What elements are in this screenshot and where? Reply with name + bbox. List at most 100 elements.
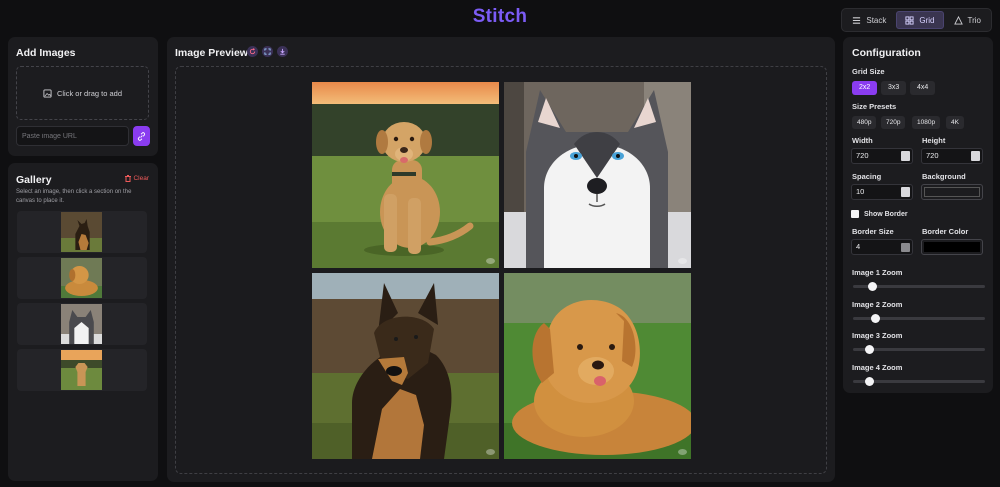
german-shepherd-image [312, 273, 499, 459]
border-size-input[interactable]: 4 [851, 239, 913, 255]
reset-button[interactable] [247, 46, 258, 57]
show-border-toggle[interactable]: Show Border [851, 210, 908, 218]
gallery-item[interactable] [17, 211, 147, 253]
url-row [16, 126, 150, 146]
width-input[interactable]: 720 [851, 148, 913, 164]
mode-grid-button[interactable]: Grid [896, 11, 944, 29]
visibility-icon[interactable] [678, 449, 687, 455]
grid-size-label: Grid Size [852, 67, 885, 76]
labrador-image [312, 82, 499, 268]
border-color-label: Border Color [922, 227, 969, 236]
spacing-value: 10 [856, 187, 865, 196]
image-4-zoom-slider[interactable] [853, 377, 985, 386]
slider-thumb[interactable] [871, 314, 881, 323]
add-images-title: Add Images [16, 47, 76, 59]
gallery-item[interactable] [17, 257, 147, 299]
add-images-panel: Add Images Click or drag to add [8, 37, 158, 156]
fullscreen-icon [264, 48, 271, 55]
grid-cell[interactable] [312, 82, 499, 268]
download-button[interactable] [277, 46, 288, 57]
visibility-icon[interactable] [486, 449, 495, 455]
width-label: Width [852, 136, 873, 145]
spacing-input[interactable]: 10 [851, 184, 913, 200]
preset-4k-button[interactable]: 4K [946, 116, 964, 129]
width-value: 720 [856, 151, 869, 160]
spacing-stepper[interactable] [901, 187, 910, 197]
height-input[interactable]: 720 [921, 148, 983, 164]
gallery-item[interactable] [17, 349, 147, 391]
preset-1080p-button[interactable]: 1080p [912, 116, 941, 129]
border-size-label: Border Size [852, 227, 894, 236]
image-url-input[interactable] [16, 126, 129, 146]
image-1-zoom-slider[interactable] [853, 282, 985, 291]
fullscreen-button[interactable] [262, 46, 273, 57]
clear-gallery-button[interactable]: Clear [125, 175, 149, 182]
preview-toolbar [247, 46, 288, 57]
gallery-hint: Select an image, then click a section on… [16, 189, 132, 204]
zoom-label: Image 3 Zoom [852, 331, 903, 340]
configuration-title: Configuration [852, 47, 921, 59]
mode-trio-label: Trio [967, 15, 981, 25]
download-icon [280, 48, 285, 55]
clear-label: Clear [133, 175, 149, 182]
labrador-thumbnail [61, 350, 102, 390]
layout-mode-switcher: Stack Grid Trio [841, 8, 992, 32]
grid-size-4x4-button[interactable]: 4x4 [910, 81, 936, 95]
image-3-zoom-slider[interactable] [853, 345, 985, 354]
gallery-panel: Gallery Clear Select an image, then clic… [8, 163, 158, 481]
add-url-button[interactable] [133, 126, 150, 146]
height-stepper[interactable] [971, 151, 980, 161]
background-label: Background [922, 172, 966, 181]
husky-image [504, 82, 691, 268]
gallery-item[interactable] [17, 303, 147, 345]
background-color-swatch [924, 187, 980, 197]
zoom-label: Image 1 Zoom [852, 268, 903, 277]
image-dropzone[interactable]: Click or drag to add [16, 66, 149, 120]
stitch-canvas[interactable] [175, 66, 827, 474]
stack-icon [853, 16, 861, 24]
image-2-zoom-slider[interactable] [853, 314, 985, 323]
zoom-label: Image 4 Zoom [852, 363, 903, 372]
german-shepherd-thumbnail [61, 212, 102, 252]
border-color-picker[interactable] [921, 239, 983, 255]
mode-stack-label: Stack [866, 15, 887, 25]
spacing-label: Spacing [852, 172, 882, 181]
grid-cell[interactable] [504, 273, 691, 459]
mode-grid-label: Grid [919, 15, 935, 25]
link-icon [137, 131, 146, 141]
zoom-label: Image 2 Zoom [852, 300, 903, 309]
mode-stack-button[interactable]: Stack [844, 11, 894, 29]
visibility-icon[interactable] [678, 258, 687, 264]
slider-thumb[interactable] [865, 377, 875, 386]
height-value: 720 [926, 151, 939, 160]
preview-panel: Image Preview [167, 37, 835, 482]
visibility-icon[interactable] [486, 258, 495, 264]
show-border-label: Show Border [864, 210, 908, 218]
triangle-icon [953, 15, 963, 25]
reset-icon [249, 48, 256, 55]
grid-cell[interactable] [504, 82, 691, 268]
show-border-checkbox[interactable] [851, 210, 859, 218]
background-color-picker[interactable] [921, 184, 983, 200]
husky-thumbnail [61, 304, 102, 344]
grid-size-3x3-button[interactable]: 3x3 [881, 81, 907, 95]
slider-thumb[interactable] [865, 345, 875, 354]
dropzone-label: Click or drag to add [56, 88, 123, 98]
size-presets-label: Size Presets [852, 102, 897, 111]
configuration-panel: Configuration Grid Size 2x2 3x3 4x4 Size… [843, 37, 993, 393]
trash-icon [125, 175, 132, 182]
preset-480p-button[interactable]: 480p [852, 116, 877, 129]
gallery-title: Gallery [16, 174, 52, 186]
preview-title: Image Preview [175, 47, 248, 59]
border-color-swatch [924, 242, 980, 252]
image-icon [43, 88, 52, 98]
preset-720p-button[interactable]: 720p [881, 116, 906, 129]
golden-retriever-image [504, 273, 691, 459]
width-stepper[interactable] [901, 151, 910, 161]
grid-icon [905, 15, 914, 25]
grid-size-2x2-button[interactable]: 2x2 [852, 81, 878, 95]
mode-trio-button[interactable]: Trio [946, 11, 989, 29]
border-size-stepper[interactable] [901, 243, 910, 252]
grid-cell[interactable] [312, 273, 499, 459]
slider-thumb[interactable] [867, 282, 877, 291]
